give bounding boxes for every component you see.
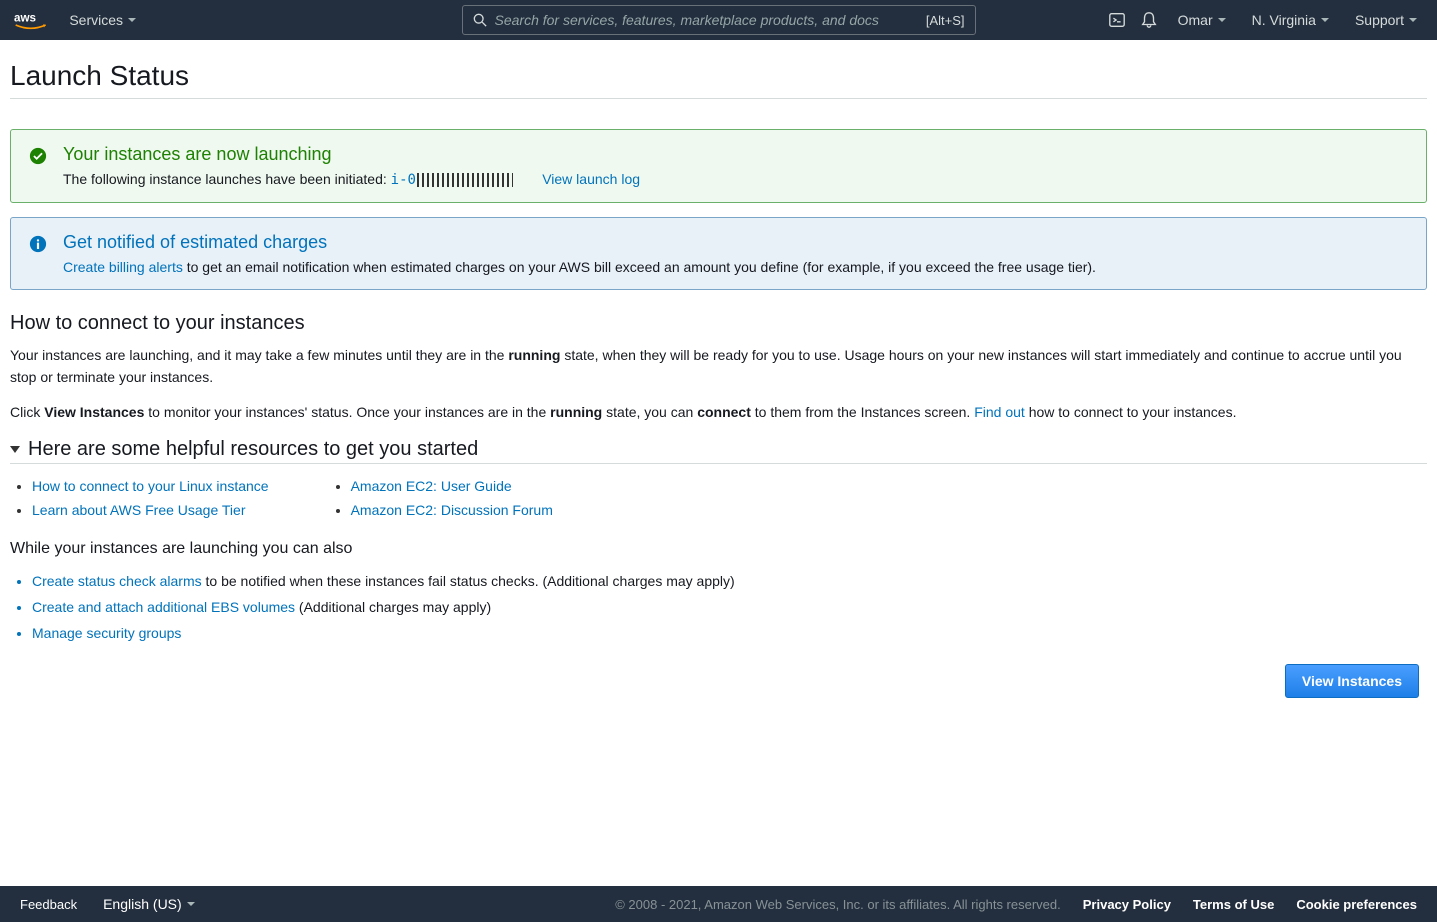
chevron-down-icon — [1218, 18, 1226, 22]
action-list: Create status check alarms to be notifie… — [10, 568, 1427, 646]
triangle-down-icon — [10, 446, 20, 453]
search-icon — [473, 13, 487, 27]
region-menu[interactable]: N. Virginia — [1246, 12, 1335, 28]
search-shortcut-hint: [Alt+S] — [926, 13, 965, 28]
info-text: Create billing alerts to get an email no… — [63, 259, 1408, 275]
success-text: The following instance launches have bee… — [63, 171, 1408, 188]
copyright-text: © 2008 - 2021, Amazon Web Services, Inc.… — [615, 897, 1061, 912]
resource-link[interactable]: Learn about AWS Free Usage Tier — [32, 502, 245, 518]
view-instances-button[interactable]: View Instances — [1285, 664, 1419, 698]
services-label: Services — [69, 12, 123, 28]
language-menu[interactable]: English (US) — [97, 896, 201, 912]
billing-info-alert: Get notified of estimated charges Create… — [10, 217, 1427, 290]
chevron-down-icon — [187, 902, 195, 906]
success-title: Your instances are now launching — [63, 144, 1408, 165]
resource-link[interactable]: Amazon EC2: User Guide — [351, 478, 512, 494]
while-launching-heading: While your instances are launching you c… — [10, 540, 1427, 558]
page-title: Launch Status — [10, 60, 1427, 99]
privacy-link[interactable]: Privacy Policy — [1083, 897, 1171, 912]
list-item: Create and attach additional EBS volumes… — [32, 594, 1427, 620]
redacted-id — [417, 173, 513, 187]
ebs-volumes-link[interactable]: Create and attach additional EBS volumes — [32, 599, 295, 615]
launch-success-alert: Your instances are now launching The fol… — [10, 129, 1427, 203]
bell-icon[interactable] — [1140, 11, 1158, 29]
connect-p2: Click View Instances to monitor your ins… — [10, 402, 1427, 424]
resource-link[interactable]: How to connect to your Linux instance — [32, 478, 269, 494]
cookie-link[interactable]: Cookie preferences — [1296, 897, 1417, 912]
terms-link[interactable]: Terms of Use — [1193, 897, 1274, 912]
check-circle-icon — [29, 147, 47, 188]
connect-heading: How to connect to your instances — [10, 312, 1427, 335]
view-launch-log-link[interactable]: View launch log — [542, 171, 640, 187]
feedback-link[interactable]: Feedback — [20, 897, 77, 912]
nav-right: Omar N. Virginia Support — [1108, 11, 1423, 29]
list-item: Manage security groups — [32, 620, 1427, 646]
services-menu[interactable]: Services — [63, 12, 142, 28]
list-item: Create status check alarms to be notifie… — [32, 568, 1427, 594]
chevron-down-icon — [1321, 18, 1329, 22]
chevron-down-icon — [1409, 18, 1417, 22]
security-groups-link[interactable]: Manage security groups — [32, 625, 181, 641]
resources-heading: Here are some helpful resources to get y… — [28, 438, 478, 461]
footer: Feedback English (US) © 2008 - 2021, Ama… — [0, 886, 1437, 922]
find-out-link[interactable]: Find out — [974, 404, 1025, 420]
main-content: Launch Status Your instances are now lau… — [0, 40, 1437, 778]
info-circle-icon — [29, 235, 47, 275]
account-menu[interactable]: Omar — [1172, 12, 1232, 28]
chevron-down-icon — [128, 18, 136, 22]
user-label: Omar — [1178, 12, 1213, 28]
status-alarms-link[interactable]: Create status check alarms — [32, 573, 202, 589]
create-billing-alerts-link[interactable]: Create billing alerts — [63, 259, 183, 275]
search-box[interactable]: [Alt+S] — [462, 5, 976, 35]
connect-p1: Your instances are launching, and it may… — [10, 345, 1427, 388]
button-row: View Instances — [10, 664, 1427, 698]
resource-link[interactable]: Amazon EC2: Discussion Forum — [351, 502, 553, 518]
top-nav: aws Services [Alt+S] Omar N. Virginia Su… — [0, 0, 1437, 40]
info-title: Get notified of estimated charges — [63, 232, 1408, 253]
search-input[interactable] — [487, 12, 926, 28]
cloudshell-icon[interactable] — [1108, 11, 1126, 29]
region-label: N. Virginia — [1252, 12, 1316, 28]
instance-id-link[interactable]: i-0 — [391, 172, 515, 188]
resources-header[interactable]: Here are some helpful resources to get y… — [10, 438, 1427, 464]
support-label: Support — [1355, 12, 1404, 28]
aws-logo[interactable]: aws — [14, 10, 47, 30]
svg-text:aws: aws — [14, 12, 36, 25]
resource-links: How to connect to your Linux instance Le… — [10, 474, 1427, 522]
support-menu[interactable]: Support — [1349, 12, 1423, 28]
